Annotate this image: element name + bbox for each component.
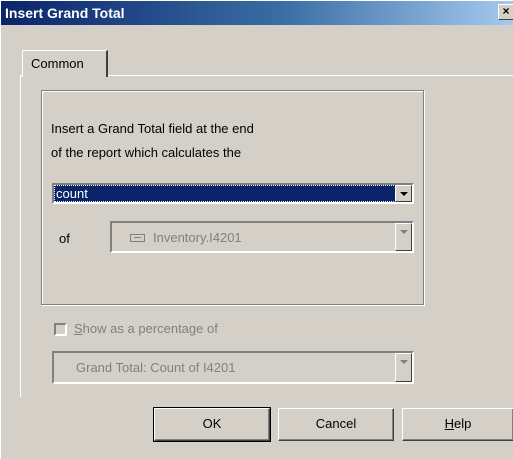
percentage-select[interactable]: Grand Total: Count of I4201 [52, 351, 414, 384]
description-line-1: Insert a Grand Total field at the end [51, 121, 254, 136]
field-select[interactable]: Inventory.I4201 [110, 221, 414, 253]
dialog-title: Insert Grand Total [5, 5, 125, 21]
percentage-checkbox-label[interactable]: Show as a percentage of [74, 321, 218, 336]
cancel-button[interactable]: Cancel [278, 408, 394, 441]
percentage-label-mnemonic: S [74, 321, 83, 336]
close-icon: × [502, 4, 510, 18]
chevron-down-icon[interactable] [395, 223, 412, 251]
of-label: of [59, 231, 70, 246]
chevron-down-icon[interactable] [395, 185, 412, 202]
field-select-value: Inventory.I4201 [153, 230, 242, 245]
chevron-down-icon[interactable] [395, 353, 412, 382]
function-select[interactable]: count [52, 183, 414, 204]
dialog-window: Insert Grand Total × Common Insert a Gra… [0, 0, 513, 459]
percentage-checkbox[interactable] [54, 323, 67, 336]
tab-common[interactable]: Common [22, 50, 108, 77]
close-button[interactable]: × [498, 4, 513, 20]
title-bar[interactable]: Insert Grand Total × [1, 1, 513, 25]
tab-common-label: Common [31, 56, 84, 71]
function-select-value: count [54, 185, 398, 202]
field-select-value-wrap: Inventory.I4201 [130, 229, 242, 246]
ok-button[interactable]: OK [153, 407, 271, 442]
help-button[interactable]: Help [402, 408, 513, 441]
field-icon [130, 233, 145, 242]
description-line-2: of the report which calculates the [51, 145, 242, 160]
help-mnemonic: H [444, 416, 455, 431]
help-label-rest: elp [454, 416, 472, 431]
percentage-select-value: Grand Total: Count of I4201 [76, 360, 236, 375]
percentage-label-rest: how as a percentage of [82, 321, 218, 336]
